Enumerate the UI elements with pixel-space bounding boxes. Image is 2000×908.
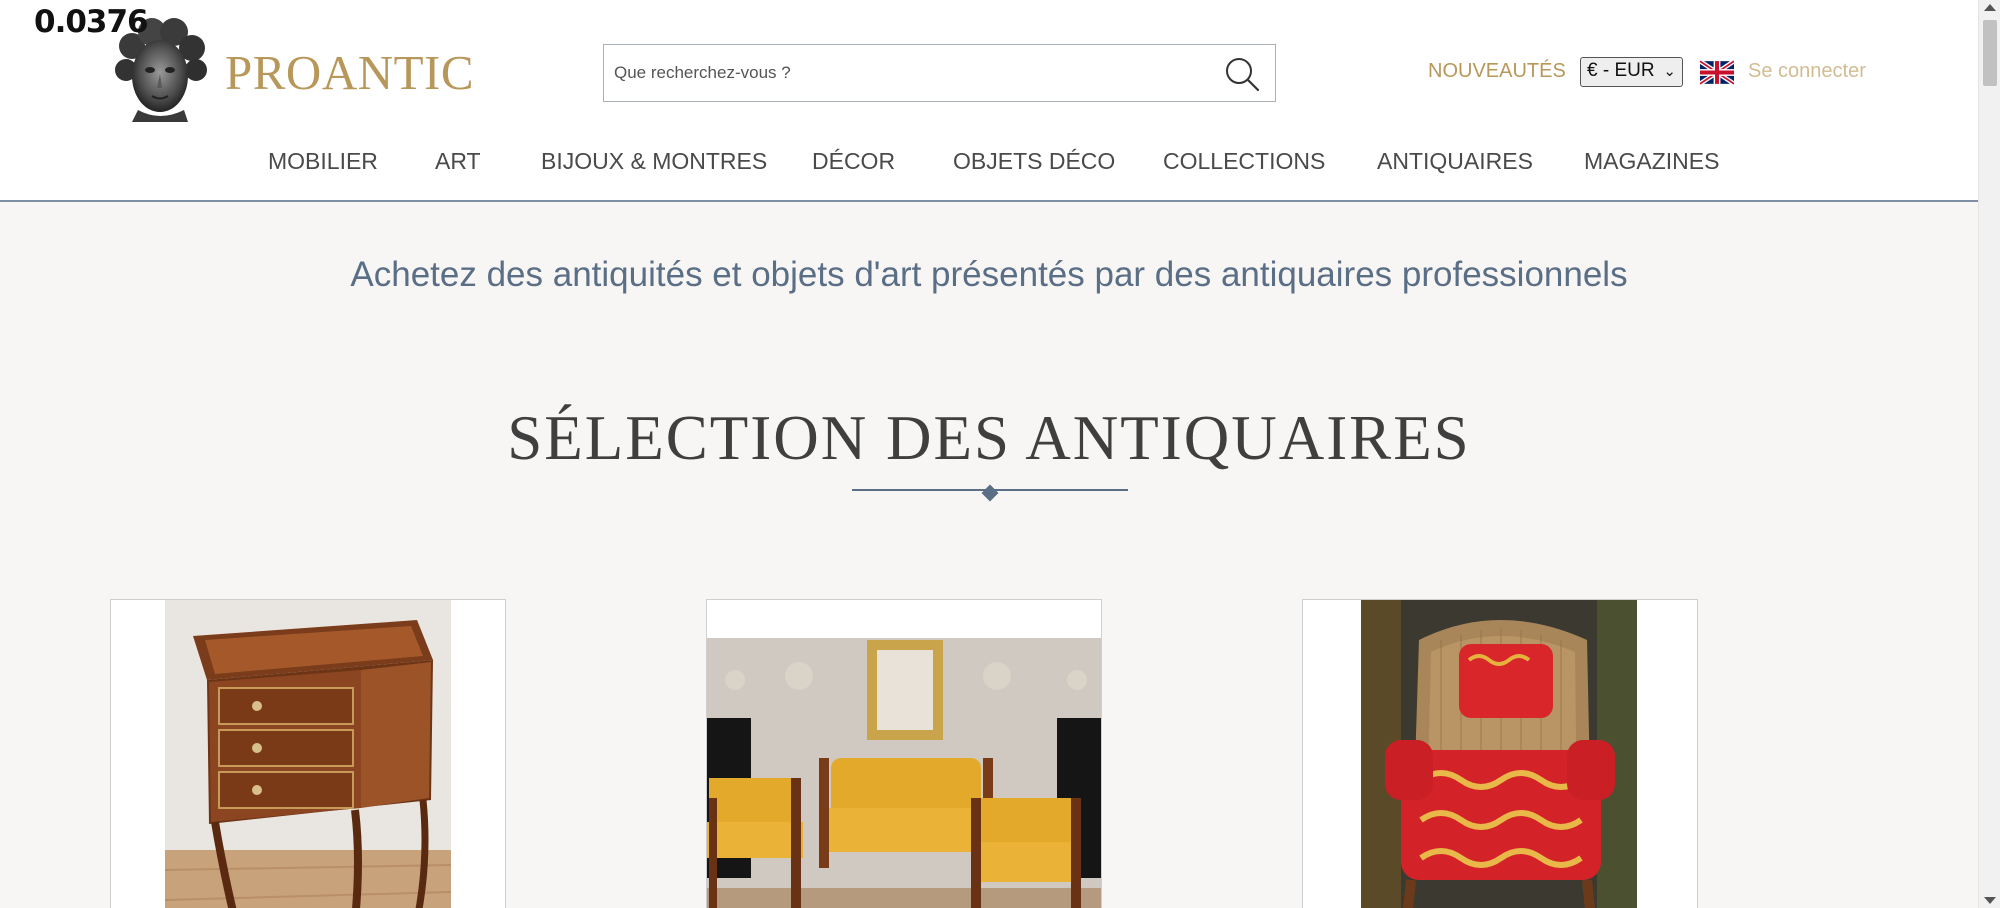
login-link[interactable]: Se connecter (1748, 60, 1866, 83)
section-title: SÉLECTION DES ANTIQUAIRES (507, 403, 1471, 473)
currency-value: € - EUR (1587, 60, 1655, 81)
search-box (603, 44, 1276, 102)
page: PROANTIC NOUVEAUTÉS € - EUR ⌄ Se connect… (0, 0, 1978, 908)
scroll-down-arrow-icon[interactable] (1984, 897, 1996, 904)
overlay-counter: 0.0376 (34, 4, 149, 40)
nav-item-collections[interactable]: COLLECTIONS (1163, 148, 1325, 175)
marquetry-side-table-image[interactable] (165, 600, 451, 908)
scroll-thumb[interactable] (1983, 20, 1997, 86)
nav-item-objets-deco[interactable]: OBJETS DÉCO (953, 148, 1115, 175)
chevron-down-icon: ⌄ (1663, 63, 1676, 80)
search-icon[interactable] (1223, 55, 1261, 93)
site-header: PROANTIC NOUVEAUTÉS € - EUR ⌄ Se connect… (0, 0, 1978, 202)
nav-item-decor[interactable]: DÉCOR (812, 148, 895, 175)
nav-item-art[interactable]: ART (435, 148, 481, 175)
vertical-scrollbar[interactable] (1978, 0, 2000, 908)
yellow-salon-furniture-image[interactable] (707, 638, 1102, 908)
search-input[interactable] (614, 58, 1194, 88)
main-nav: MOBILIER ART BIJOUX & MONTRES DÉCOR OBJE… (0, 148, 1978, 182)
product-card[interactable] (1302, 599, 1698, 908)
nav-item-bijoux-montres[interactable]: BIJOUX & MONTRES (541, 148, 767, 175)
diamond-icon (981, 484, 999, 502)
red-damask-bergere-armchair-image[interactable] (1361, 600, 1637, 908)
currency-select[interactable]: € - EUR ⌄ (1580, 57, 1683, 87)
tagline: Achetez des antiquités et objets d'art p… (350, 255, 1628, 294)
product-card[interactable] (110, 599, 506, 908)
scroll-up-arrow-icon[interactable] (1984, 4, 1996, 11)
logo-text[interactable]: PROANTIC (225, 44, 474, 101)
nav-item-mobilier[interactable]: MOBILIER (268, 148, 378, 175)
nouveautes-link[interactable]: NOUVEAUTÉS (1428, 60, 1566, 83)
uk-flag-icon[interactable] (1700, 60, 1734, 85)
product-card[interactable] (706, 599, 1102, 908)
nav-item-magazines[interactable]: MAGAZINES (1584, 148, 1719, 175)
nav-item-antiquaires[interactable]: ANTIQUAIRES (1377, 148, 1533, 175)
